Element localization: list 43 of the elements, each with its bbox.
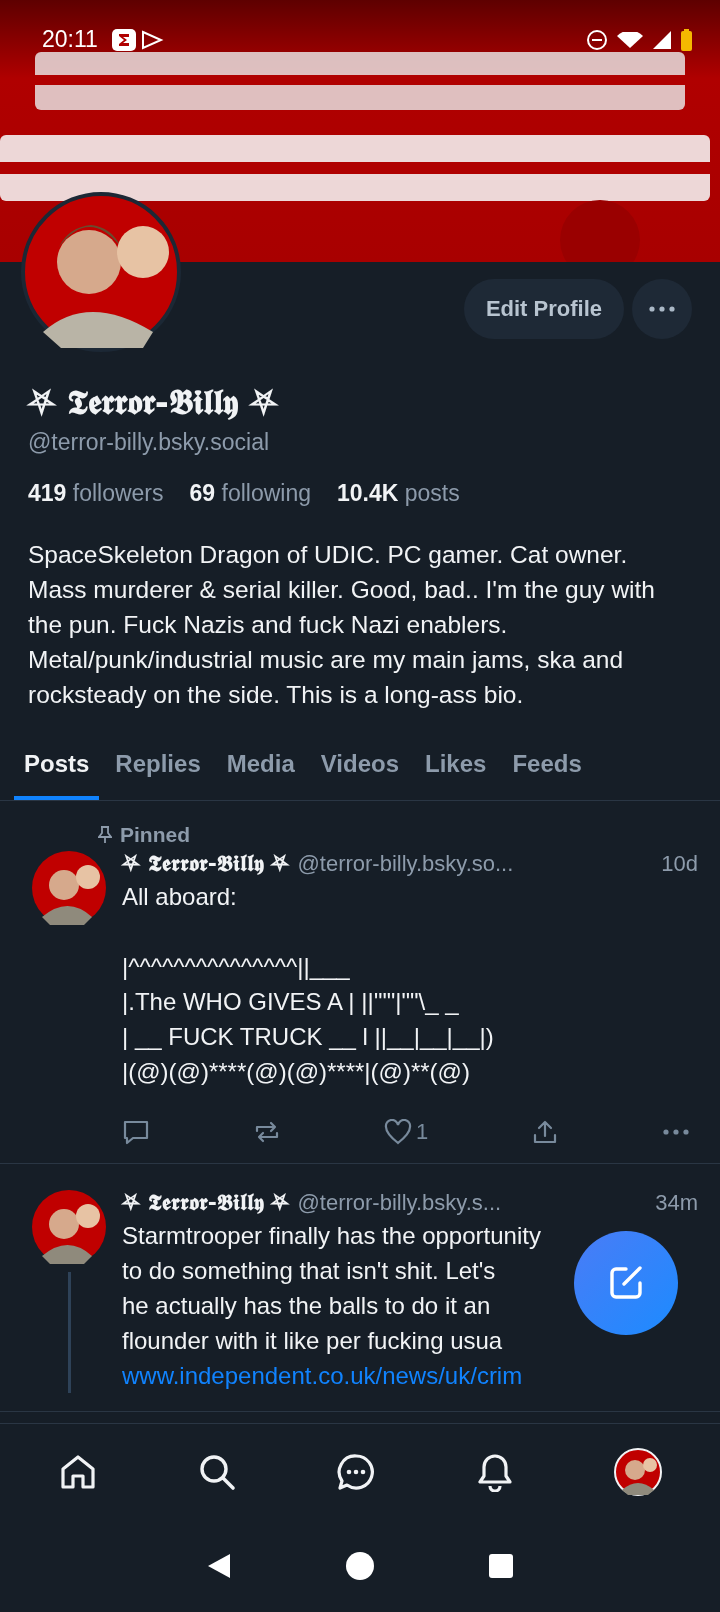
post-time: 10d: [661, 851, 698, 877]
search-icon[interactable]: [197, 1452, 237, 1492]
author-name[interactable]: ⛧ 𝕿𝖊𝖗𝖗𝖔𝖗-𝕭𝖎𝖑𝖑𝖞 ⛧: [122, 1190, 290, 1215]
post-link[interactable]: www.independent.co.uk/news/uk/crim: [122, 1358, 698, 1393]
post-text: to do something that isn't shit. Let's: [122, 1256, 496, 1286]
post-time: 34m: [655, 1190, 698, 1216]
profile-handle: @terror-billy.bsky.social: [28, 429, 271, 456]
bell-icon[interactable]: [475, 1452, 515, 1492]
more-icon[interactable]: [662, 1128, 690, 1136]
profile-tab[interactable]: Media: [216, 750, 305, 800]
profile-bio: SpaceSkeleton Dragon of UDIC. PC gamer. Cat owner. Mass murderer & serial killer. Good, bad.. I'm the guy with the pun. Fuck Nazis and fuck Nazi enablers. Metal/punk/industrial music are my main jams, ska and rocksteady on the side. This is a long-ass bio.: [28, 540, 656, 710]
profile-tab[interactable]: Replies: [105, 750, 211, 800]
post-text: he actually has the balls to do it an: [122, 1291, 491, 1321]
like-count: 1: [415, 1119, 429, 1145]
display-name: ⛧ 𝕿𝖊𝖗𝖗𝖔𝖗-𝕭𝖎𝖑𝖑𝖞 ⛧: [28, 382, 280, 423]
profile-stat[interactable]: 419 followers: [28, 480, 164, 507]
profile-tab[interactable]: Feeds: [502, 750, 592, 800]
profile-tab[interactable]: Posts: [14, 750, 100, 800]
post-text: |^^^^^^^^^^^^^^^||___: [122, 952, 350, 982]
more-icon: [649, 306, 675, 312]
heart-icon[interactable]: [383, 1119, 412, 1145]
profile-tab[interactable]: Likes: [415, 750, 497, 800]
home-circle-icon[interactable]: [345, 1551, 375, 1581]
profile-stat[interactable]: 69 following: [189, 480, 311, 507]
profile-tab[interactable]: Videos: [310, 750, 409, 800]
reply-icon[interactable]: [122, 1119, 150, 1145]
profile-stat[interactable]: 10.4K posts: [337, 480, 460, 507]
post-text: All aboard:: [122, 882, 237, 912]
home-icon[interactable]: [58, 1452, 98, 1492]
pin-icon: [98, 826, 112, 844]
author-handle: @terror-billy.bsky.so...: [297, 851, 514, 877]
post-text: Starmtrooper finally has the opportunity: [122, 1221, 541, 1251]
post-text: |.The WHO GIVES A | ||'""|""\_ _: [122, 987, 459, 1017]
chat-icon[interactable]: [336, 1452, 376, 1492]
post-text: |(@)(@)****(@)(@)****|(@)**(@): [122, 1057, 470, 1087]
recents-icon[interactable]: [487, 1553, 514, 1579]
author-name[interactable]: ⛧ 𝕿𝖊𝖗𝖗𝖔𝖗-𝕭𝖎𝖑𝖑𝖞 ⛧: [122, 851, 290, 876]
author-handle: @terror-billy.bsky.s...: [297, 1190, 502, 1216]
edit-profile-button[interactable]: Edit Profile: [463, 279, 624, 339]
back-icon[interactable]: [206, 1552, 233, 1580]
post-text: flounder with it like per fucking usua: [122, 1326, 503, 1356]
pinned-label: Pinned: [120, 823, 190, 847]
post-text: | __ FUCK TRUCK __ l ||__|__|__|): [122, 1022, 494, 1052]
